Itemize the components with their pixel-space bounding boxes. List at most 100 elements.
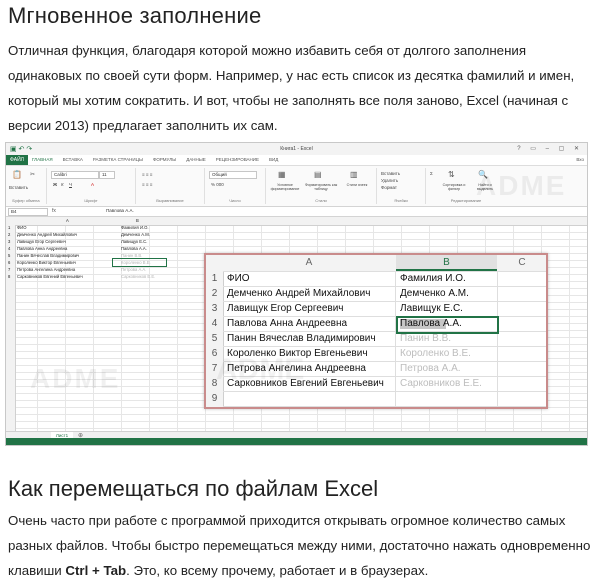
paste-button[interactable]: Вставить <box>9 185 28 190</box>
row-number[interactable]: 5 <box>206 331 223 346</box>
cell-b8-suggestion[interactable]: Сарковников Е.Е. <box>121 274 155 279</box>
number-group: Общий % 000 Число <box>205 168 266 204</box>
name-box[interactable]: B4 <box>8 208 48 216</box>
tab-view[interactable]: ВИД <box>269 155 278 165</box>
formula-bar: B4 fx Павлова А.А. <box>6 207 587 217</box>
row-number[interactable]: 1 <box>206 271 223 286</box>
cell-b8-suggestion[interactable]: Сарковников Е.Е. <box>400 376 482 391</box>
row-number[interactable]: 4 <box>206 316 223 331</box>
row-number[interactable]: 3 <box>206 301 223 316</box>
bold-icon[interactable]: Ж <box>53 182 57 187</box>
format-table-icon[interactable]: ▤ <box>314 170 322 179</box>
group-label: Выравнивание <box>156 198 184 203</box>
autosum-icon[interactable]: Σ <box>430 171 433 176</box>
watermark: ADME <box>476 170 567 201</box>
align-icons-row2[interactable]: ≡ ≡ ≡ <box>142 182 152 187</box>
font-size-box[interactable]: 11 <box>99 171 115 179</box>
format-table-button[interactable]: Форматировать как таблицу <box>304 183 338 191</box>
flash-fill-paragraph: Отличная функция, благодаря которой можн… <box>8 43 575 133</box>
tab-home[interactable]: ГЛАВНАЯ <box>32 155 53 165</box>
tab-data[interactable]: ДАННЫЕ <box>186 155 206 165</box>
col-header-b[interactable]: B <box>136 218 139 223</box>
keyboard-shortcut: Ctrl + Tab <box>65 563 127 578</box>
cell-b6-suggestion[interactable]: Короленко В.Е. <box>400 346 471 361</box>
font-name-box[interactable]: Calibri <box>51 171 99 179</box>
cell-a6[interactable]: Короленко Виктор Евгеньевич <box>17 260 76 265</box>
status-bar <box>6 438 587 445</box>
cell-a3[interactable]: Лавищук Егор Сергеевич <box>227 301 344 316</box>
sort-filter-button[interactable]: Сортировка и фильтр <box>440 183 468 191</box>
zoomed-table: A B C 1 ФИО Фамилия И.О. 2 Демченко Андр… <box>204 253 548 409</box>
watermark: ADME <box>30 363 121 394</box>
formula-input[interactable]: Павлова А.А. <box>106 208 134 214</box>
sort-icon[interactable]: ⇅ <box>448 170 455 179</box>
paste-icon[interactable]: 📋 <box>12 170 22 179</box>
insert-cells-button[interactable]: Вставить <box>381 171 400 176</box>
group-label: Шрифт <box>84 198 98 203</box>
table-row: 3 Лавищук Егор Сергеевич Лавищук Е.С. <box>206 301 546 316</box>
tab-formulas[interactable]: ФОРМУЛЫ <box>153 155 176 165</box>
cell-b1[interactable]: Фамилия И.О. <box>121 225 149 230</box>
row-num: 6 <box>8 260 11 265</box>
cell-b2[interactable]: Демченко А.М. <box>121 232 150 237</box>
fx-icon[interactable]: fx <box>52 208 56 214</box>
format-cells-button[interactable]: Формат <box>381 185 397 190</box>
col-header-a[interactable]: A <box>223 255 395 271</box>
row-num: 3 <box>8 239 11 244</box>
row-number[interactable]: 2 <box>206 286 223 301</box>
cell-a4[interactable]: Павлова Анна Андреевна <box>17 246 67 251</box>
percent-icon[interactable]: % 000 <box>211 182 224 187</box>
number-format-box[interactable]: Общий <box>209 171 257 179</box>
align-icons[interactable]: ≡ ≡ ≡ <box>142 172 152 177</box>
active-cell-border <box>396 316 499 334</box>
delete-cells-button[interactable]: Удалить <box>381 178 398 183</box>
cell-b4[interactable]: Павлова А.А. <box>121 246 147 251</box>
cell-a1[interactable]: ФИО <box>227 271 250 286</box>
cell-a4[interactable]: Павлова Анна Андреевна <box>227 316 347 331</box>
cell-a5[interactable]: Панин Вячеслав Владимирович <box>227 331 376 346</box>
cell-b7-suggestion[interactable]: Петрова А.А. <box>121 267 146 272</box>
cell-a1[interactable]: ФИО <box>17 225 26 230</box>
cell-b2[interactable]: Демченко А.М. <box>400 286 469 301</box>
tab-insert[interactable]: ВСТАВКА <box>63 155 83 165</box>
group-label: Ячейки <box>394 198 408 203</box>
row-num: 8 <box>8 274 11 279</box>
cut-icon[interactable]: ✂ <box>30 171 35 178</box>
tab-page-layout[interactable]: РАЗМЕТКА СТРАНИЦЫ <box>93 155 143 165</box>
conditional-format-icon[interactable]: ▦ <box>278 170 286 179</box>
cell-a7[interactable]: Петрова Ангелина Андреевна <box>17 267 75 272</box>
table-row: 9 <box>206 391 546 406</box>
row-number[interactable]: 9 <box>206 391 223 406</box>
col-header-c[interactable]: C <box>498 255 546 271</box>
cell-styles-icon[interactable]: ▥ <box>350 170 358 179</box>
file-tab[interactable]: ФАЙЛ <box>6 155 28 165</box>
navigation-paragraph: Очень часто при работе с программой прих… <box>8 508 593 583</box>
col-header-b[interactable]: B <box>396 255 497 271</box>
font-color-icon[interactable]: A <box>91 182 94 187</box>
window-title: Книга1 - Excel <box>280 146 313 152</box>
sign-in-link[interactable]: Вхо <box>576 155 584 165</box>
italic-icon[interactable]: К <box>61 182 64 187</box>
font-group: Calibri 11 Ж К Ч A Шрифт <box>47 168 136 204</box>
tab-review[interactable]: РЕЦЕНЗИРОВАНИЕ <box>216 155 259 165</box>
cell-a2[interactable]: Демченко Андрей Михайлович <box>227 286 370 301</box>
row-num: 2 <box>8 232 11 237</box>
window-controls: ? ▭ – ▢ ✕ <box>517 146 583 152</box>
cell-b1[interactable]: Фамилия И.О. <box>400 271 466 286</box>
underline-icon[interactable]: Ч <box>69 182 72 187</box>
cell-b7-suggestion[interactable]: Петрова А.А. <box>400 361 461 376</box>
styles-group: ▦ Условное форматирование ▤ Форматироват… <box>266 168 377 204</box>
group-label: Число <box>229 198 241 203</box>
col-header-a[interactable]: A <box>66 218 69 223</box>
cell-b3[interactable]: Лавищук Е.С. <box>400 301 463 316</box>
cond-format-button[interactable]: Условное форматирование <box>268 183 302 191</box>
row-num: 7 <box>8 267 11 272</box>
cell-b3[interactable]: Лавищук Е.С. <box>121 239 147 244</box>
table-row: 2 Демченко Андрей Михайлович Демченко А.… <box>206 286 546 301</box>
cell-a3[interactable]: Лавищук Егор Сергеевич <box>17 239 66 244</box>
cell-styles-button[interactable]: Стили ячеек <box>342 183 372 187</box>
ribbon: 📋 Вставить ✂ Буфер обмена Calibri 11 Ж К… <box>6 166 587 207</box>
cell-a5[interactable]: Панин Вячеслав Владимирович <box>17 253 79 258</box>
cell-a2[interactable]: Демченко Андрей Михайлович <box>17 232 77 237</box>
cell-a8[interactable]: Сарковников Евгений Евгеньевич <box>17 274 83 279</box>
